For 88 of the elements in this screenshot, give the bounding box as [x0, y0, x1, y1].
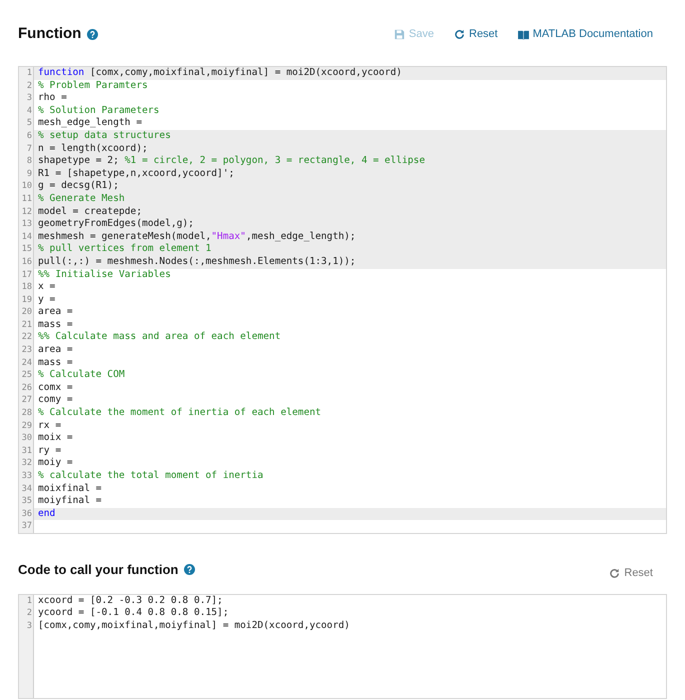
line-number: 33 [20, 470, 33, 483]
line-number: 10 [20, 180, 33, 193]
line-number: 30 [20, 432, 33, 445]
line-number: 32 [20, 457, 33, 470]
code-text: % pull vertices from element 1 [38, 243, 212, 256]
code-text: y = [38, 294, 56, 306]
code-text: ,mesh_edge_length); [246, 230, 356, 244]
code-text: [comx,comy,moixfinal,moiyfinal] = moi2D(xcoord,ycoord) [38, 620, 350, 632]
code-text: [comx,comy,moixfinal,moiyfinal] = moi2D(xcoord,ycoord) [88, 67, 402, 80]
code-editor[interactable]: 1 xcoord = [0.2 -0.3 0.2 0.8 0.7]; 2 ycoord = [-0.1 0.4 0.8 0.8 0.15]; 3 [comx,comy,moixfinal,moiyfinal] = moi2D(xcoord,ycoord) [18, 594, 667, 698]
code-text: %1 = circle, 2 = polygon, 3 = rectangle, 4 = ellipse [124, 155, 425, 168]
section-title: Function [18, 24, 82, 44]
code-text: % Problem Paramters [38, 80, 148, 92]
code-text: % Generate Mesh [38, 192, 125, 206]
code-text: "Hmax" [211, 230, 246, 244]
line-number: 1 [26, 67, 33, 80]
line-number: 31 [20, 444, 33, 458]
line-number: 22 [20, 331, 33, 344]
line-number: 14 [20, 230, 33, 244]
line-number: 29 [20, 420, 33, 432]
code-text: % Solution Parameters [38, 104, 160, 118]
line-number: 2 [26, 607, 33, 620]
docs-button[interactable]: MATLAB Documentation [518, 26, 653, 43]
code-text: function [38, 67, 84, 80]
line-number: 18 [20, 281, 33, 294]
code-text: moixfinal = [38, 482, 102, 496]
line-number: 3 [26, 620, 33, 632]
line-number: 13 [20, 218, 33, 231]
code-text: moix = [38, 432, 73, 445]
line-number: 27 [20, 394, 33, 408]
code-text: shapetype = 2; [38, 155, 120, 168]
code-text: model = createpde; [38, 206, 142, 218]
code-text: end [38, 508, 56, 520]
line-number: 12 [20, 206, 33, 218]
line-number: 24 [20, 356, 33, 370]
code-text: % Calculate the moment of inertia of each element [38, 407, 322, 420]
line-number: 35 [20, 495, 33, 508]
line-number: 21 [20, 318, 33, 332]
line-number: 3 [26, 92, 33, 105]
reset-button[interactable]: Reset [454, 26, 498, 43]
code-text: % setup data structures [38, 130, 171, 143]
code-text: comy = [38, 394, 73, 408]
section-title: Code to call your function [18, 560, 178, 579]
line-number: 36 [20, 508, 33, 520]
line-number: 19 [20, 294, 33, 306]
line-number: 11 [20, 192, 33, 206]
code-text: comx = [38, 382, 73, 394]
code-text: meshmesh = generateMesh(model, [38, 230, 212, 244]
code-text: moiyfinal = [38, 495, 102, 508]
line-number: 37 [20, 520, 33, 533]
code-text: % Calculate COM [38, 369, 125, 382]
code-text: mass = [38, 356, 73, 370]
line-number: 4 [26, 104, 33, 118]
line-number: 6 [26, 130, 33, 143]
line-number: 8 [26, 155, 33, 168]
code-text: n = length(xcoord); [38, 142, 148, 156]
code-text: rho = [38, 92, 67, 105]
line-number: 1 [26, 594, 33, 608]
line-number: 23 [20, 344, 33, 357]
code-text: %% Initialise Variables [38, 268, 171, 282]
code-text: mesh_edge_length = [38, 117, 142, 130]
line-number: 15 [20, 243, 33, 256]
line-number: 9 [26, 168, 33, 180]
code-text: g = decsg(R1); [38, 180, 119, 193]
code-text: moiy = [38, 457, 73, 470]
code-text: ycoord = [-0.1 0.4 0.8 0.8 0.15]; [38, 607, 229, 620]
code-text: ry = [38, 444, 62, 458]
code-text: %% Calculate mass and area of each element [38, 331, 281, 344]
line-number: 2 [26, 80, 33, 92]
code-text: pull(:,:) = meshmesh.Nodes(:,meshmesh.Elements(1:3,1)); [38, 256, 356, 268]
code-text: x = [38, 281, 56, 294]
line-number: 26 [20, 382, 33, 394]
line-number: 25 [20, 369, 33, 382]
line-number: 7 [26, 142, 33, 156]
line-number: 16 [20, 256, 33, 268]
line-number: 17 [20, 268, 33, 282]
line-number: 34 [20, 482, 33, 496]
line-number: 20 [20, 306, 33, 319]
code-text: xcoord = [0.2 -0.3 0.2 0.8 0.7]; [38, 594, 223, 608]
line-number: 28 [20, 407, 33, 420]
code-text: area = [38, 344, 73, 357]
code-text: mass = [38, 318, 73, 332]
code-text: area = [38, 306, 73, 319]
code-text: geometryFromEdges(model,g); [38, 218, 194, 231]
code-text: rx = [38, 420, 62, 432]
code-text: % calculate the total moment of inertia [38, 470, 264, 483]
code-text: R1 = [shapetype,n,xcoord,ycoord]'; [38, 168, 234, 180]
line-number: 5 [26, 117, 33, 130]
